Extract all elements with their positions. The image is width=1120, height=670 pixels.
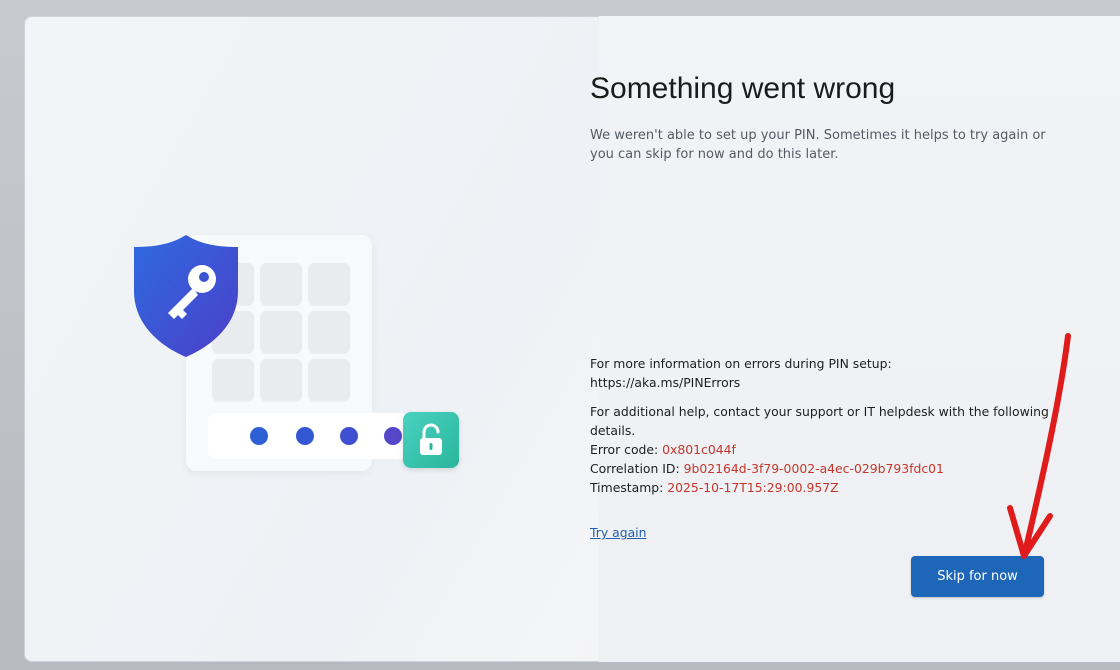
pin-dot — [384, 427, 402, 445]
error-code-label: Error code: — [590, 442, 663, 457]
keypad-key — [260, 263, 302, 305]
keypad-key — [308, 311, 350, 353]
shield-key-icon — [134, 235, 238, 357]
pin-entry-strip — [208, 413, 408, 459]
error-code-value: 0x801c044f — [662, 442, 736, 457]
pin-dot — [340, 427, 358, 445]
unlock-icon — [403, 412, 459, 468]
keypad-key — [308, 263, 350, 305]
keypad-key — [260, 311, 302, 353]
try-again-link[interactable]: Try again — [590, 525, 646, 540]
page-title: Something went wrong — [590, 72, 896, 105]
correlation-id-value: 9b02164d-3f79-0002-a4ec-029b793fdc01 — [683, 461, 944, 476]
keypad-key — [308, 359, 350, 401]
correlation-id-label: Correlation ID: — [590, 461, 684, 476]
screen-frame: Something went wrong We weren't able to … — [0, 0, 1120, 670]
red-arrow-annotation — [1007, 333, 1071, 559]
timestamp-value: 2025-10-17T15:29:00.957Z — [667, 480, 839, 495]
keypad-key — [260, 359, 302, 401]
pin-illustration — [124, 221, 464, 491]
pin-dot — [250, 427, 268, 445]
keypad-key — [212, 359, 254, 401]
pin-dot — [296, 427, 314, 445]
timestamp-label: Timestamp: — [590, 480, 668, 495]
page-description: We weren't able to set up your PIN. Some… — [590, 128, 1046, 162]
